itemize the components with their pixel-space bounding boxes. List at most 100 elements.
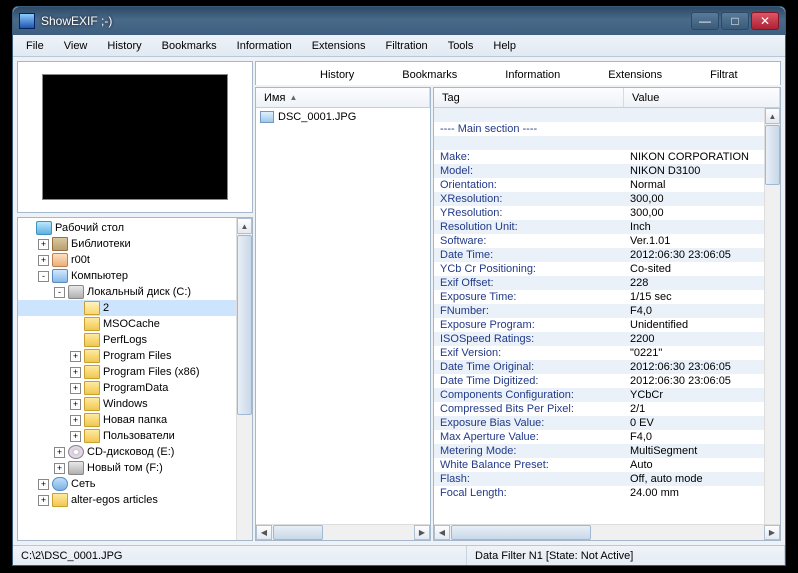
tree-item[interactable]: +r00t [18,252,236,268]
exif-row[interactable]: Orientation:Normal [434,178,764,192]
exif-row[interactable]: Exif Offset:228 [434,276,764,290]
tree-item[interactable]: +Библиотеки [18,236,236,252]
tree-item[interactable]: Рабочий стол [18,220,236,236]
minimize-button[interactable]: — [691,12,719,30]
tab-bookmarks[interactable]: Bookmarks [378,65,481,85]
file-item[interactable]: DSC_0001.JPG [256,108,430,125]
expand-icon[interactable]: + [70,383,81,394]
exif-row[interactable]: Focal Length:24.00 mm [434,486,764,500]
exif-row[interactable]: Exif Version:"0221" [434,346,764,360]
expand-icon[interactable]: + [38,495,49,506]
column-value[interactable]: Value [624,88,780,107]
tree-item[interactable]: 2 [18,300,236,316]
tree-item[interactable]: +Пользователи [18,428,236,444]
exif-row[interactable]: Compressed Bits Per Pixel:2/1 [434,402,764,416]
expand-icon[interactable]: + [38,255,49,266]
collapse-icon[interactable]: - [54,287,65,298]
exif-row[interactable]: Resolution Unit:Inch [434,220,764,234]
expand-icon[interactable]: + [70,415,81,426]
tab-history[interactable]: History [296,65,378,85]
menu-help[interactable]: Help [484,37,525,55]
exif-row[interactable]: FNumber:F4,0 [434,304,764,318]
exif-row[interactable]: YResolution:300,00 [434,206,764,220]
expand-icon[interactable]: + [54,463,65,474]
scroll-thumb[interactable] [237,235,252,415]
exif-row[interactable]: Date Time Original:2012:06:30 23:06:05 [434,360,764,374]
column-name[interactable]: Имя ▲ [256,88,430,107]
tree-vscrollbar[interactable]: ▲ [236,218,252,540]
exif-row[interactable]: ISOSpeed Ratings:2200 [434,332,764,346]
exif-row[interactable]: Software:Ver.1.01 [434,234,764,248]
tree-item[interactable]: -Компьютер [18,268,236,284]
exif-row[interactable]: Exposure Program:Unidentified [434,318,764,332]
filelist-body[interactable]: DSC_0001.JPG [256,108,430,524]
exif-row[interactable]: Date Time:2012:06:30 23:06:05 [434,248,764,262]
tree-item[interactable]: +Program Files (x86) [18,364,236,380]
tab-extensions[interactable]: Extensions [584,65,686,85]
expand-icon[interactable]: + [70,431,81,442]
exif-hscrollbar[interactable]: ◀ ▶ [434,524,780,540]
exif-row[interactable]: Metering Mode:MultiSegment [434,444,764,458]
expand-icon[interactable]: + [70,399,81,410]
expand-icon[interactable]: + [70,351,81,362]
exif-body[interactable]: ---- Main section ---- Make:NIKON CORPORA… [434,108,780,524]
tree-item[interactable]: +ProgramData [18,380,236,396]
exif-row[interactable]: XResolution:300,00 [434,192,764,206]
tree-item[interactable]: +Новая папка [18,412,236,428]
tree-item[interactable]: +Сеть [18,476,236,492]
scroll-left-icon[interactable]: ◀ [434,525,450,540]
column-tag[interactable]: Tag [434,88,624,107]
tab-information[interactable]: Information [481,65,584,85]
exif-row[interactable]: Make:NIKON CORPORATION [434,150,764,164]
menu-extensions[interactable]: Extensions [303,37,375,55]
filelist-hscrollbar[interactable]: ◀ ▶ [256,524,430,540]
exif-row[interactable]: YCb Cr Positioning:Co-sited [434,262,764,276]
menu-tools[interactable]: Tools [439,37,483,55]
expand-icon[interactable]: + [38,239,49,250]
menu-file[interactable]: File [17,37,53,55]
tree-item[interactable]: MSOCache [18,316,236,332]
exif-row[interactable]: Model:NIKON D3100 [434,164,764,178]
scroll-thumb[interactable] [273,525,323,540]
exif-row[interactable]: Components Configuration:YCbCr [434,388,764,402]
tree-item[interactable]: +Новый том (F:) [18,460,236,476]
scroll-up-icon[interactable]: ▲ [237,218,252,234]
titlebar[interactable]: ShowEXIF ;-) — □ ✕ [13,7,785,35]
exif-row[interactable]: Max Aperture Value:F4,0 [434,430,764,444]
expand-icon[interactable]: + [54,447,65,458]
menu-information[interactable]: Information [228,37,301,55]
exif-row[interactable]: Date Time Digitized:2012:06:30 23:06:05 [434,374,764,388]
tree-item[interactable]: -Локальный диск (C:) [18,284,236,300]
menu-history[interactable]: History [98,37,150,55]
tree-item[interactable]: +CD-дисковод (E:) [18,444,236,460]
tree-item[interactable]: +Windows [18,396,236,412]
scroll-thumb[interactable] [451,525,591,540]
filelist-header[interactable]: Имя ▲ [256,88,430,108]
exif-row[interactable]: ---- Main section ---- [434,122,764,136]
menu-view[interactable]: View [55,37,97,55]
tab-filtration[interactable]: Filtrat [686,65,762,85]
expand-icon[interactable]: + [38,479,49,490]
exif-row[interactable]: White Balance Preset:Auto [434,458,764,472]
tree-item[interactable]: +Program Files [18,348,236,364]
maximize-button[interactable]: □ [721,12,749,30]
exif-vscrollbar[interactable]: ▲ [764,108,780,524]
menu-filtration[interactable]: Filtration [377,37,437,55]
menu-bookmarks[interactable]: Bookmarks [153,37,226,55]
exif-row[interactable]: Exposure Bias Value:0 EV [434,416,764,430]
tree-item[interactable]: PerfLogs [18,332,236,348]
scroll-left-icon[interactable]: ◀ [256,525,272,540]
tree-item[interactable]: +alter-egos articles [18,492,236,508]
collapse-icon[interactable]: - [38,271,49,282]
folder-tree[interactable]: Рабочий стол+Библиотеки+r00t-Компьютер-Л… [17,217,253,541]
exif-row[interactable]: Flash:Off, auto mode [434,472,764,486]
exif-row[interactable] [434,108,764,122]
exif-header[interactable]: Tag Value [434,88,780,108]
scroll-right-icon[interactable]: ▶ [414,525,430,540]
close-button[interactable]: ✕ [751,12,779,30]
scroll-up-icon[interactable]: ▲ [765,108,780,124]
exif-row[interactable] [434,136,764,150]
scroll-right-icon[interactable]: ▶ [764,525,780,540]
scroll-thumb[interactable] [765,125,780,185]
exif-row[interactable]: Exposure Time:1/15 sec [434,290,764,304]
